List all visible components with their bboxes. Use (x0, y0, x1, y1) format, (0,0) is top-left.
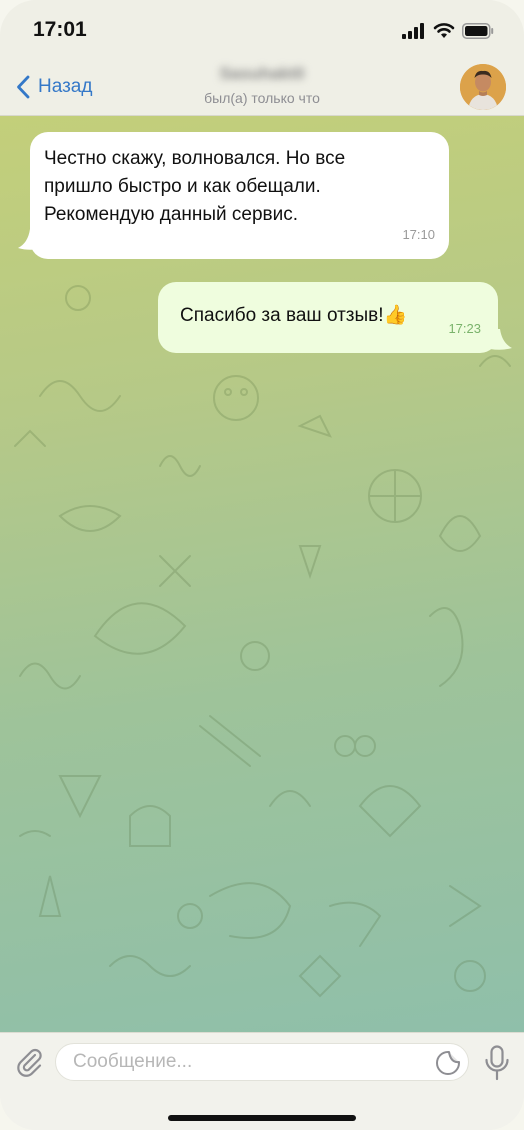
contact-name[interactable]: Sasuhakt0 (0, 64, 524, 84)
avatar[interactable] (460, 64, 506, 110)
chat-area[interactable]: Честно скажу, волновался. Но все пришло … (0, 116, 524, 1032)
sticker-icon[interactable] (435, 1050, 461, 1076)
home-indicator (168, 1115, 356, 1121)
message-line: пришло быстро и как обещали. (44, 176, 321, 197)
signal-icon (402, 23, 424, 39)
avatar-photo (460, 64, 506, 110)
battery-icon (462, 23, 494, 39)
message-time: 17:10 (402, 227, 435, 242)
message-input[interactable]: Сообщение... (55, 1043, 469, 1081)
status-bar: 17:01 (0, 0, 524, 58)
message-line: Рекомендую данный сервис. (44, 204, 299, 225)
message-text: Спасибо за ваш отзыв!👍 (180, 305, 408, 326)
outgoing-message[interactable]: Спасибо за ваш отзыв!👍 17:23 (158, 282, 498, 353)
contact-status: был(а) только что (204, 90, 320, 106)
wifi-icon (433, 23, 455, 38)
chat-header: Назад Sasuhakt0 был(а) только что (0, 58, 524, 116)
message-time: 17:23 (448, 321, 481, 336)
paperclip-icon[interactable] (14, 1046, 44, 1078)
message-line: Честно скажу, волновался. Но все (44, 148, 346, 169)
status-time: 17:01 (33, 18, 87, 41)
phone-screen: 17:01 Назад Sasuhakt0 был(а) только что … (0, 0, 524, 1130)
microphone-icon[interactable] (484, 1045, 510, 1081)
incoming-message[interactable]: Честно скажу, волновался. Но все пришло … (30, 132, 449, 259)
status-icons (402, 22, 494, 40)
